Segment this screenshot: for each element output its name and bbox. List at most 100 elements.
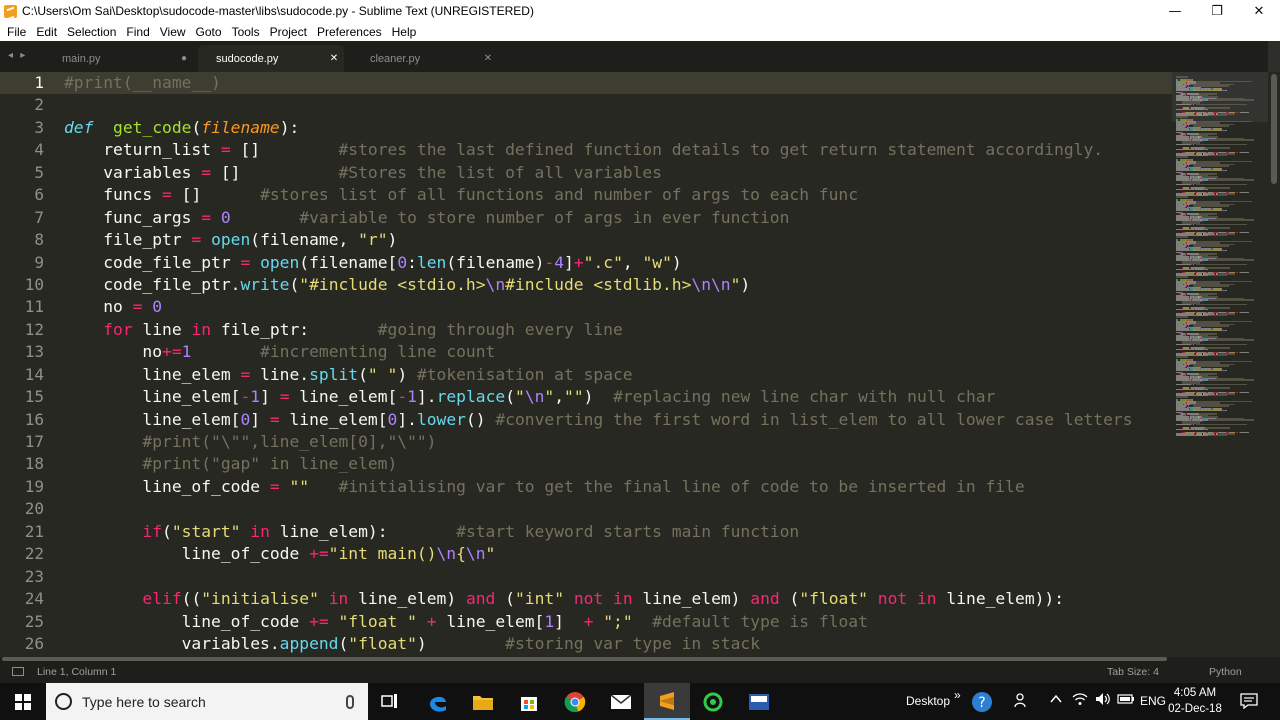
editor-area[interactable]: 1 2 3 4 5 6 7 8 9 10 11 12 13 14 15 16 17 18 19 20 21 22 23 24 2…	[0, 72, 1280, 657]
help-icon[interactable]: ?	[971, 691, 993, 717]
minimap-stroke	[1235, 191, 1238, 194]
tab-label: cleaner.py	[370, 52, 421, 65]
code-line[interactable]: line_of_code = "" #initialising var to g…	[64, 476, 1172, 498]
code-token: 1	[181, 342, 192, 362]
menu-edit[interactable]: Edit	[31, 25, 62, 39]
syntax-indicator[interactable]: Python	[1209, 666, 1242, 678]
toolbar-chevron[interactable]: »	[954, 688, 961, 702]
menu-file[interactable]: File	[2, 25, 31, 39]
unsaved-dot-icon[interactable]: ●	[174, 53, 194, 64]
tab-label: main.py	[62, 52, 101, 65]
code-line[interactable]: line_elem[0] = line_elem[0].lower() #con…	[64, 409, 1172, 431]
code-line[interactable]: return_list = [] #stores the last define…	[64, 139, 1172, 161]
code-line[interactable]: func_args = 0 #variable to store number …	[64, 207, 1172, 229]
edge-icon[interactable]	[425, 689, 451, 715]
notification-center-icon[interactable]	[1240, 693, 1258, 713]
tab-overflow-button[interactable]	[1268, 41, 1280, 72]
code-view[interactable]: #print(__name__) def get_code(filename):…	[64, 72, 1172, 655]
sublime-text-taskbar-icon[interactable]	[654, 689, 680, 715]
line-number: 7	[34, 207, 44, 227]
code-line[interactable]: variables.append("float") #storing var t…	[64, 633, 1172, 655]
minimap-stroke	[1192, 143, 1194, 146]
code-line[interactable]: variables = [] #Stores the list of all v…	[64, 162, 1172, 184]
chevron-up-icon[interactable]	[1049, 692, 1063, 710]
menu-preferences[interactable]: Preferences	[312, 25, 387, 39]
minimap-stroke	[1206, 388, 1208, 391]
code-token: open	[260, 252, 300, 272]
minimap-stroke	[1176, 183, 1192, 186]
code-line[interactable]: file_ptr = open(filename, "r")	[64, 229, 1172, 251]
code-line[interactable]: #print("gap" in line_elem)	[64, 453, 1172, 475]
code-line[interactable]: line_of_code += "float " + line_elem[1] …	[64, 611, 1172, 633]
vertical-scrollbar[interactable]	[1271, 74, 1277, 184]
code-token: "float"	[348, 633, 417, 653]
code-line[interactable]: if("start" in line_elem): #start keyword…	[64, 521, 1172, 543]
mail-icon[interactable]	[608, 689, 634, 715]
clock-date: 02-Dec-18	[1168, 703, 1222, 715]
store-icon[interactable]	[516, 689, 542, 715]
minimap[interactable]	[1172, 72, 1280, 657]
dev-cpp-icon[interactable]	[746, 689, 772, 715]
close-tab-icon[interactable]: ✕	[478, 53, 498, 64]
menu-goto[interactable]: Goto	[191, 25, 227, 39]
start-button[interactable]	[0, 683, 46, 720]
volume-icon[interactable]	[1095, 692, 1111, 710]
code-token: "int"	[514, 589, 564, 609]
code-line[interactable]: line_elem = line.split(" ") #tokenisatio…	[64, 364, 1172, 386]
refresh-app-icon[interactable]	[700, 689, 726, 715]
minimap-stroke	[1176, 188, 1194, 191]
minimap-stroke	[1176, 103, 1192, 106]
menu-find[interactable]: Find	[121, 25, 154, 39]
tab-navigation-arrows[interactable]: ◂ ▸	[8, 50, 27, 61]
panel-toggle-icon[interactable]	[12, 667, 24, 676]
code-line[interactable]: code_file_ptr.write("#include <stdio.h>\…	[64, 274, 1172, 296]
menu-selection[interactable]: Selection	[62, 25, 121, 39]
code-line[interactable]: no = 0	[64, 296, 1172, 318]
taskbar-search-box[interactable]: Type here to search	[46, 683, 368, 720]
minimize-button[interactable]: —	[1154, 0, 1196, 22]
desktop-toolbar-label[interactable]: Desktop	[906, 694, 950, 708]
horizontal-scrollbar[interactable]	[0, 657, 1172, 661]
menu-help[interactable]: Help	[387, 25, 422, 39]
battery-icon[interactable]	[1117, 692, 1135, 710]
code-line[interactable]	[64, 498, 1172, 520]
task-view-icon[interactable]	[377, 689, 403, 715]
minimap-stroke	[1206, 268, 1208, 271]
file-explorer-icon[interactable]	[470, 689, 496, 715]
tab-sudocode-py[interactable]: sudocode.py ✕	[198, 45, 344, 72]
wifi-icon[interactable]	[1072, 692, 1088, 710]
code-line[interactable]: def get_code(filename):	[64, 117, 1172, 139]
code-line[interactable]: line_of_code +="int main()\n{\n"	[64, 543, 1172, 565]
code-token: {	[456, 544, 466, 564]
code-token: filename	[201, 117, 280, 137]
horizontal-scrollbar-thumb[interactable]	[2, 657, 1167, 661]
close-button[interactable]: ✕	[1238, 0, 1280, 22]
chrome-icon[interactable]	[562, 689, 588, 715]
code-line[interactable]	[64, 566, 1172, 588]
code-line[interactable]: #print(__name__)	[64, 72, 1172, 94]
menu-project[interactable]: Project	[265, 25, 312, 39]
input-language[interactable]: ENG	[1140, 694, 1166, 708]
code-line[interactable]	[64, 94, 1172, 116]
tab-main-py[interactable]: main.py ●	[44, 45, 194, 72]
microphone-icon[interactable]	[346, 694, 354, 709]
code-line[interactable]: funcs = [] #stores list of all functions…	[64, 184, 1172, 206]
system-clock[interactable]: 4:05 AM 02-Dec-18	[1168, 685, 1222, 717]
code-line[interactable]: #print("\"",line_elem[0],"\"")	[64, 431, 1172, 453]
code-token: line_of_code	[64, 476, 270, 496]
code-line[interactable]: code_file_ptr = open(filename[0:len(file…	[64, 252, 1172, 274]
menu-tools[interactable]: Tools	[227, 25, 265, 39]
menu-view[interactable]: View	[155, 25, 191, 39]
code-line[interactable]: line_elem[-1] = line_elem[-1].replace("\…	[64, 386, 1172, 408]
close-tab-icon[interactable]: ✕	[324, 53, 344, 64]
tab-size-indicator[interactable]: Tab Size: 4	[1107, 666, 1159, 678]
people-icon[interactable]	[1014, 692, 1030, 712]
code-line[interactable]: elif(("initialise" in line_elem) and ("i…	[64, 588, 1172, 610]
minimap-stroke	[1196, 423, 1247, 426]
restore-button[interactable]: ❐	[1196, 0, 1238, 22]
code-line[interactable]: no+=1 #incrementing line count	[64, 341, 1172, 363]
code-line[interactable]: for line in file_ptr: #going through eve…	[64, 319, 1172, 341]
tab-cleaner-py[interactable]: cleaner.py ✕	[352, 45, 498, 72]
